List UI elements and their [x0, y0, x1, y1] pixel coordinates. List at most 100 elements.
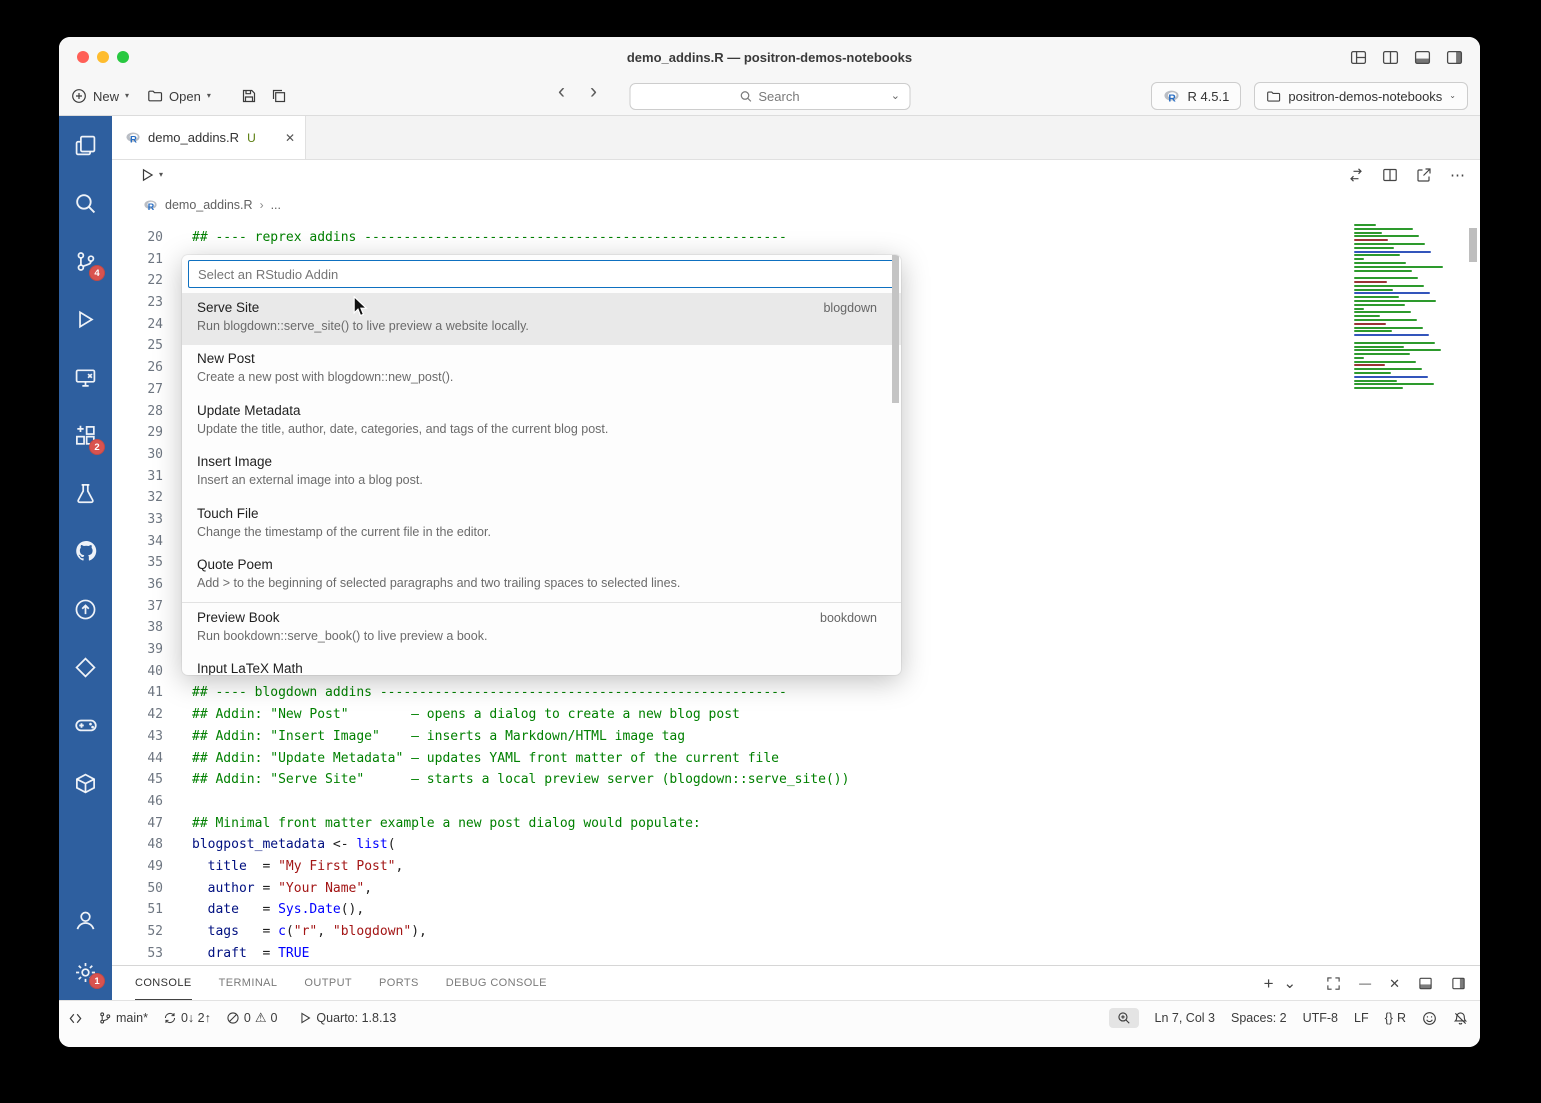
play-circle-icon [298, 1011, 312, 1025]
panel-tab-ports[interactable]: PORTS [379, 966, 419, 1000]
braces-icon: {} [1385, 1011, 1393, 1025]
quickpick-item[interactable]: Touch FileChange the timestamp of the cu… [182, 499, 901, 551]
quickpick-item[interactable]: New PostCreate a new post with blogdown:… [182, 345, 901, 397]
search-input[interactable]: Search ⌄ [629, 83, 910, 110]
panel-right-icon[interactable] [1451, 976, 1466, 991]
new-button-label: New [93, 89, 119, 104]
line-number: 53 [112, 943, 163, 965]
feedback-smiley-icon[interactable] [1422, 1011, 1437, 1026]
sync-status[interactable]: 0↓ 2↑ [163, 1011, 211, 1025]
language-mode[interactable]: {} R [1385, 1011, 1406, 1025]
editor-tab[interactable]: R demo_addins.R U ✕ [112, 116, 306, 159]
panel-tab-debug-console[interactable]: DEBUG CONSOLE [446, 966, 547, 1000]
sidebar-item-publish[interactable] [59, 580, 112, 638]
quickpick-scrollbar[interactable] [892, 255, 899, 403]
save-button[interactable] [241, 88, 257, 104]
sidebar-item-github[interactable] [59, 522, 112, 580]
caret-down-icon: ▾ [207, 92, 211, 100]
split-editor-icon[interactable] [1382, 167, 1398, 183]
zoom-button[interactable] [1109, 1008, 1139, 1028]
line-number: 32 [112, 487, 163, 509]
run-button[interactable]: ▾ [139, 167, 163, 183]
panel-tab-output[interactable]: OUTPUT [304, 966, 352, 1000]
quickpick-item[interactable]: Quote PoemAdd > to the beginning of sele… [182, 551, 901, 603]
quickpick-item-badge: blogdown [823, 301, 877, 315]
quickpick-item-description: Insert an external image into a blog pos… [197, 473, 877, 487]
minimap[interactable] [1354, 224, 1460, 391]
forward-icon[interactable]: › [590, 80, 597, 104]
sidebar-item-settings[interactable]: 1 [59, 946, 112, 998]
back-icon[interactable]: ‹ [558, 80, 565, 104]
quickpick-item[interactable]: Preview BookbookdownRun bookdown::serve_… [182, 603, 901, 655]
quickpick-item[interactable]: Input LaTeX Math [182, 655, 901, 676]
toggle-secondary-sidebar-icon[interactable] [1446, 49, 1463, 66]
panel-tab-terminal[interactable]: TERMINAL [219, 966, 278, 1000]
new-button[interactable]: New ▾ [71, 88, 129, 104]
indentation[interactable]: Spaces: 2 [1231, 1011, 1287, 1025]
chevron-down-icon[interactable]: ⌄ [1284, 976, 1297, 991]
editor-scrollbar[interactable] [1469, 228, 1477, 262]
code-line: 47## Minimal front matter example a new … [112, 813, 1480, 835]
zoom-window-button[interactable] [117, 51, 129, 63]
line-number: 36 [112, 574, 163, 596]
minimize-panel-icon[interactable]: — [1359, 977, 1371, 989]
chevron-down-icon: ⌄ [1449, 92, 1456, 100]
close-tab-icon[interactable]: ✕ [285, 131, 295, 145]
compare-changes-icon[interactable] [1348, 167, 1364, 183]
split-editor-icon[interactable] [1382, 49, 1399, 66]
project-button[interactable]: positron-demos-notebooks ⌄ [1254, 82, 1468, 110]
code-line: 53 draft = TRUE [112, 943, 1480, 965]
cursor-position[interactable]: Ln 7, Col 3 [1155, 1011, 1215, 1025]
open-button[interactable]: Open ▾ [147, 88, 211, 104]
code-line: 51 date = Sys.Date(), [112, 899, 1480, 921]
line-number: 22 [112, 270, 163, 292]
line-number: 47 [112, 813, 163, 835]
quickpick-item[interactable]: Insert ImageInsert an external image int… [182, 448, 901, 500]
line-number: 42 [112, 704, 163, 726]
new-terminal-icon[interactable]: + [1264, 975, 1274, 992]
sidebar-item-extensions[interactable]: 2 [59, 406, 112, 464]
line-number: 48 [112, 834, 163, 856]
sidebar-item-explorer[interactable] [59, 116, 112, 174]
quickpick-item-description: Update the title, author, date, categori… [197, 422, 877, 436]
close-panel-icon[interactable]: ✕ [1389, 977, 1400, 990]
line-number: 46 [112, 791, 163, 813]
minimize-window-button[interactable] [97, 51, 109, 63]
remote-indicator[interactable] [68, 1011, 83, 1026]
quickpick-item[interactable]: Serve SiteblogdownRun blogdown::serve_si… [182, 293, 901, 345]
sidebar-item-testing[interactable] [59, 464, 112, 522]
sidebar-item-run-debug[interactable] [59, 290, 112, 348]
maximize-panel-icon[interactable] [1326, 976, 1341, 991]
problems-status[interactable]: 0 ⚠ 0 [226, 1010, 278, 1026]
sidebar-item-remote-explorer[interactable] [59, 348, 112, 406]
open-external-icon[interactable] [1416, 167, 1432, 183]
quarto-status[interactable]: Quarto: 1.8.13 [298, 1011, 396, 1025]
r-file-icon: R [125, 131, 141, 145]
close-window-button[interactable] [77, 51, 89, 63]
branch-status[interactable]: main* [98, 1011, 148, 1025]
eol-sequence[interactable]: LF [1354, 1011, 1369, 1025]
sidebar-item-controller[interactable] [59, 696, 112, 754]
sidebar-item-source-control[interactable]: 4 [59, 232, 112, 290]
r-version-button[interactable]: R R 4.5.1 [1151, 82, 1241, 110]
titlebar: demo_addins.R — positron-demos-notebooks [59, 37, 1480, 77]
line-number: 30 [112, 444, 163, 466]
encoding[interactable]: UTF-8 [1303, 1011, 1338, 1025]
quickpick-input[interactable] [188, 260, 895, 288]
line-number: 44 [112, 748, 163, 770]
line-number: 39 [112, 639, 163, 661]
sidebar-item-diamond[interactable] [59, 638, 112, 696]
save-all-button[interactable] [271, 88, 287, 104]
sidebar-item-cube[interactable] [59, 754, 112, 812]
panel-tab-console[interactable]: CONSOLE [135, 966, 192, 1000]
sidebar-item-account[interactable] [59, 894, 112, 946]
more-actions-icon[interactable]: ⋯ [1450, 166, 1465, 184]
restore-layout-icon[interactable] [1418, 976, 1433, 991]
notifications-muted-icon[interactable] [1453, 1011, 1468, 1026]
customize-layout-icon[interactable] [1350, 49, 1367, 66]
breadcrumb-file[interactable]: demo_addins.R [165, 198, 253, 212]
toggle-panel-icon[interactable] [1414, 49, 1431, 66]
sidebar-item-search[interactable] [59, 174, 112, 232]
quickpick-item[interactable]: Update MetadataUpdate the title, author,… [182, 396, 901, 448]
breadcrumb-symbol[interactable]: ... [271, 198, 281, 212]
